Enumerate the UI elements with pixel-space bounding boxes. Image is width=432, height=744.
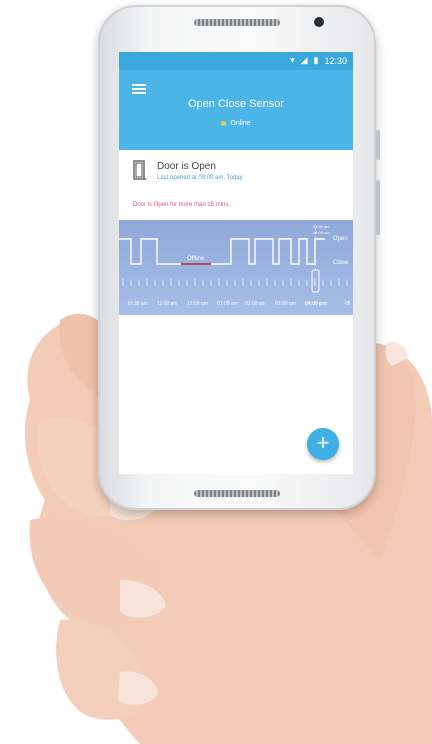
timeline-top-time-2: 04:08 am — [313, 230, 330, 235]
timeline-time-label: 11:00 am — [157, 301, 178, 307]
app-title: Open Close Sensor — [188, 98, 284, 110]
door-alert-text: Door is Open for more than 15 mins. — [133, 202, 231, 208]
speaker-grille-top — [194, 19, 280, 26]
timeline-scrubber-handle[interactable] — [311, 269, 320, 293]
door-last-opened: Last opened at 09:00 am, Today — [157, 175, 243, 181]
app-screen: ▾ ◢ ▮ 12:30 Open Close Sensor Online Doo — [119, 52, 353, 474]
timeline-time-label: 10:30 am — [127, 301, 148, 307]
timeline-time-label: 12:00 am — [187, 301, 208, 307]
activity-timeline[interactable]: 04:05 am 04:08 am Open Close Offline 10:… — [119, 220, 353, 315]
wifi-icon: ▾ — [290, 55, 295, 65]
front-camera — [314, 17, 324, 27]
timeline-top-time-1: 04:05 am — [313, 224, 330, 229]
timeline-time-label: 01:00 am — [217, 301, 238, 307]
volume-button — [376, 130, 380, 160]
speaker-grille-bottom — [194, 490, 280, 497]
power-button — [376, 180, 380, 235]
state-line-1 — [119, 238, 181, 265]
battery-icon: ▮ — [313, 55, 319, 65]
phone-device: ▾ ◢ ▮ 12:30 Open Close Sensor Online Doo — [98, 5, 380, 510]
door-status-card[interactable]: Door is Open Last opened at 09:00 am, To… — [119, 150, 353, 220]
timeline-time-label: 02:00 am — [245, 301, 266, 307]
timeline-time-label: 05 — [345, 301, 351, 307]
online-label: Online — [230, 120, 251, 127]
timeline-ticks — [122, 278, 348, 286]
door-icon — [133, 160, 147, 180]
close-axis-label: Close — [333, 260, 349, 266]
open-axis-label: Open — [333, 236, 348, 242]
door-status-title: Door is Open — [157, 161, 216, 172]
timeline-time-label: 03:00 am — [275, 301, 296, 307]
online-dot-icon — [221, 121, 227, 126]
add-button[interactable]: + — [307, 428, 339, 460]
offline-label: Offline — [187, 256, 205, 262]
status-time: 12:30 — [324, 55, 347, 66]
timeline-time-label-current: 04:00 pm — [305, 301, 327, 307]
status-bar: ▾ ◢ ▮ 12:30 — [119, 52, 353, 70]
state-line-2 — [211, 238, 325, 265]
connection-status: Online — [119, 120, 353, 127]
signal-icon: ◢ — [300, 55, 308, 65]
menu-icon[interactable] — [132, 84, 146, 94]
app-bar: Open Close Sensor Online — [119, 70, 353, 150]
